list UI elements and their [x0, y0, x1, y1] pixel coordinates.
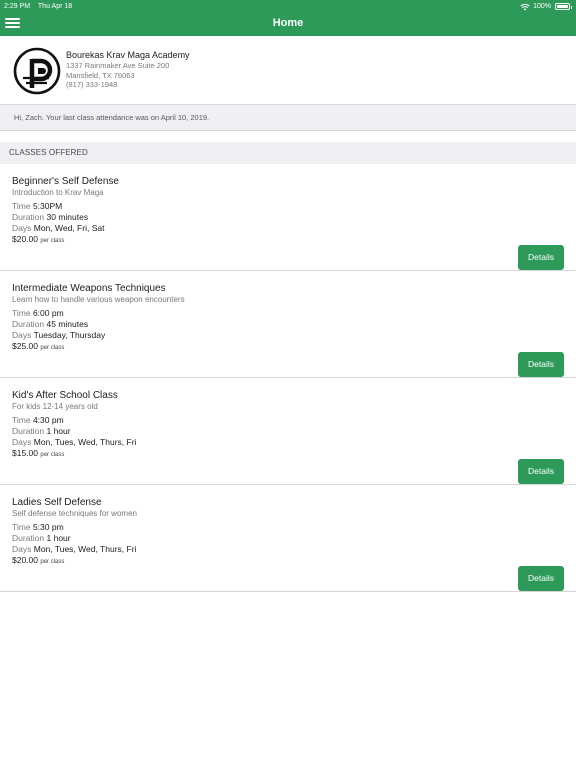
- wifi-icon: [520, 3, 530, 10]
- academy-info-panel: Bourekas Krav Maga Academy 1337 Rainmake…: [0, 36, 576, 104]
- class-description: Introduction to Krav Maga: [12, 188, 104, 197]
- class-name: Ladies Self Defense: [12, 497, 102, 508]
- duration-value: 45 minutes: [46, 319, 89, 329]
- page-title: Home: [272, 17, 304, 29]
- class-description: Learn how to handle various weapon encou…: [12, 295, 185, 304]
- class-list: Beginner's Self Defense Introduction to …: [0, 164, 576, 592]
- section-header: CLASSES OFFERED: [0, 142, 576, 164]
- class-price: $15.00 per class: [12, 448, 64, 461]
- academy-phone[interactable]: (817) 333-1948: [66, 80, 190, 90]
- price-value: $20.00: [12, 555, 38, 565]
- days-value: Mon, Tues, Wed, Thurs, Fri: [33, 437, 137, 447]
- time-label: Time: [12, 415, 31, 425]
- time-label: Time: [12, 522, 31, 532]
- greeting-message: Hi, Zach. Your last class attendance was…: [0, 104, 576, 131]
- class-name: Kid's After School Class: [12, 390, 118, 401]
- days-value: Mon, Wed, Fri, Sat: [33, 223, 105, 233]
- days-label: Days: [12, 223, 32, 233]
- price-value: $25.00: [12, 341, 38, 351]
- time-value: 4:30 pm: [32, 415, 64, 425]
- details-button[interactable]: Details: [518, 566, 564, 591]
- class-time: Time 5:30 pm: [12, 522, 64, 533]
- details-button[interactable]: Details: [518, 459, 564, 484]
- class-time: Time 5:30PM: [12, 201, 62, 212]
- class-time: Time 6:00 pm: [12, 308, 64, 319]
- duration-label: Duration: [12, 533, 45, 543]
- navigation-bar: 2:29 PM Thu Apr 18 100% Home: [0, 0, 576, 36]
- class-days: Days Mon, Wed, Fri, Sat: [12, 223, 104, 234]
- status-bar: 2:29 PM Thu Apr 18 100%: [0, 0, 576, 12]
- class-item: Intermediate Weapons Techniques Learn ho…: [0, 271, 576, 378]
- duration-label: Duration: [12, 319, 45, 329]
- per-class-label: per class: [40, 559, 65, 565]
- academy-city: Mansfield, TX 76063: [66, 70, 135, 80]
- class-description: Self defense techniques for women: [12, 509, 137, 518]
- per-class-label: per class: [40, 345, 65, 351]
- class-duration: Duration 1 hour: [12, 426, 71, 437]
- per-class-label: per class: [40, 452, 65, 458]
- class-days: Days Mon, Tues, Wed, Thurs, Fri: [12, 544, 136, 555]
- duration-value: 1 hour: [46, 426, 71, 436]
- duration-value: 30 minutes: [46, 212, 89, 222]
- battery-percent: 100%: [533, 3, 551, 10]
- class-days: Days Mon, Tues, Wed, Thurs, Fri: [12, 437, 136, 448]
- duration-label: Duration: [12, 426, 45, 436]
- days-label: Days: [12, 544, 32, 554]
- per-class-label: per class: [40, 238, 65, 244]
- time-value: 5:30 pm: [32, 522, 64, 532]
- time-value: 6:00 pm: [32, 308, 64, 318]
- battery-icon: [555, 3, 572, 10]
- days-value: Mon, Tues, Wed, Thurs, Fri: [33, 544, 137, 554]
- class-days: Days Tuesday, Thursday: [12, 330, 105, 341]
- details-button[interactable]: Details: [518, 352, 564, 377]
- status-date: Thu Apr 18: [37, 3, 73, 10]
- class-item: Beginner's Self Defense Introduction to …: [0, 164, 576, 271]
- class-duration: Duration 30 minutes: [12, 212, 88, 223]
- academy-logo-icon: [13, 47, 61, 95]
- duration-label: Duration: [12, 212, 45, 222]
- duration-value: 1 hour: [46, 533, 71, 543]
- price-value: $15.00: [12, 448, 38, 458]
- class-price: $25.00 per class: [12, 341, 64, 354]
- details-button[interactable]: Details: [518, 245, 564, 270]
- class-price: $20.00 per class: [12, 234, 64, 247]
- academy-name: Bourekas Krav Maga Academy: [66, 50, 190, 60]
- class-duration: Duration 1 hour: [12, 533, 71, 544]
- time-label: Time: [12, 201, 31, 211]
- status-time: 2:29 PM: [4, 3, 31, 10]
- days-label: Days: [12, 330, 32, 340]
- class-name: Intermediate Weapons Techniques: [12, 283, 166, 294]
- days-value: Tuesday, Thursday: [33, 330, 106, 340]
- class-item: Kid's After School Class For kids 12-14 …: [0, 378, 576, 485]
- class-name: Beginner's Self Defense: [12, 176, 119, 187]
- class-price: $20.00 per class: [12, 555, 64, 568]
- time-label: Time: [12, 308, 31, 318]
- class-item: Ladies Self Defense Self defense techniq…: [0, 485, 576, 592]
- academy-address: 1337 Rainmaker Ave Suite 200: [66, 61, 170, 70]
- time-value: 5:30PM: [32, 201, 63, 211]
- class-time: Time 4:30 pm: [12, 415, 64, 426]
- class-duration: Duration 45 minutes: [12, 319, 88, 330]
- class-description: For kids 12-14 years old: [12, 402, 98, 411]
- days-label: Days: [12, 437, 32, 447]
- price-value: $20.00: [12, 234, 38, 244]
